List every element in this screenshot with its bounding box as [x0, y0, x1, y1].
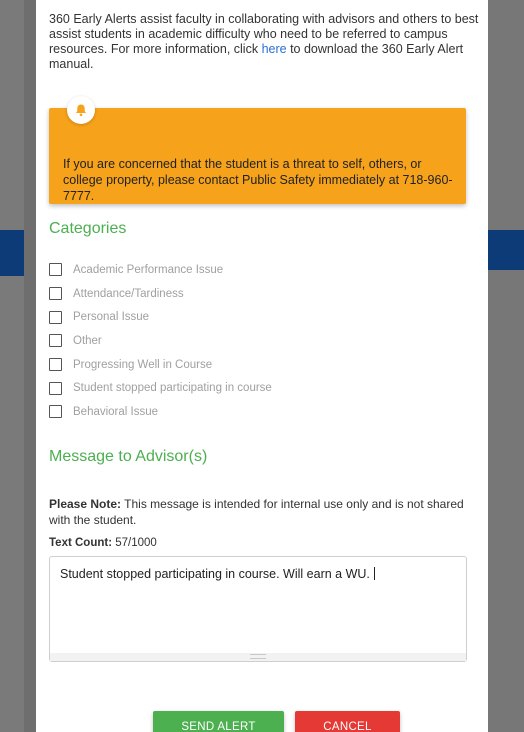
category-item[interactable]: Personal Issue: [49, 305, 272, 329]
bell-icon: [76, 104, 86, 117]
category-item[interactable]: Attendance/Tardiness: [49, 282, 272, 306]
category-checkbox[interactable]: [49, 405, 62, 419]
category-label: Personal Issue: [73, 311, 150, 324]
send-alert-button[interactable]: Send Alert: [153, 711, 284, 732]
cancel-button[interactable]: Cancel: [295, 711, 400, 732]
internal-use-note: Please Note: This message is intended fo…: [49, 496, 469, 528]
message-textarea[interactable]: Student stopped participating in course.…: [49, 556, 467, 662]
category-checkbox[interactable]: [49, 358, 62, 372]
message-heading: Message to Advisor(s): [49, 448, 208, 465]
category-label: Attendance/Tardiness: [73, 287, 184, 300]
manual-download-link[interactable]: here: [262, 42, 287, 56]
category-checkbox[interactable]: [49, 263, 62, 277]
textarea-resize-bar: [50, 653, 466, 661]
category-checkbox[interactable]: [49, 334, 62, 348]
category-item[interactable]: Student stopped participating in course: [49, 376, 272, 400]
public-safety-warning: If you are concerned that the student is…: [49, 96, 466, 204]
category-label: Progressing Well in Course: [73, 358, 213, 371]
text-count-value: 57/1000: [112, 537, 157, 549]
category-list: Academic Performance Issue Attendance/Ta…: [49, 258, 272, 424]
category-label: Behavioral Issue: [73, 405, 159, 418]
intro-text: 360 Early Alerts assist faculty in colla…: [49, 12, 479, 72]
page-backdrop-right: [486, 0, 524, 732]
category-item[interactable]: Other: [49, 329, 272, 353]
category-checkbox[interactable]: [49, 310, 62, 324]
category-item[interactable]: Behavioral Issue: [49, 400, 272, 424]
categories-heading: Categories: [49, 220, 127, 237]
page-backdrop-left: [0, 0, 24, 732]
early-alert-modal: 360 Early Alerts assist faculty in colla…: [36, 0, 488, 732]
category-item[interactable]: Academic Performance Issue: [49, 258, 272, 282]
resize-grip-icon[interactable]: [250, 654, 266, 659]
category-label: Other: [73, 334, 102, 347]
text-count: Text Count: 57/1000: [49, 537, 157, 549]
category-checkbox[interactable]: [49, 287, 62, 301]
note-label: Please Note:: [49, 497, 122, 511]
backdrop-nav-stripe: [0, 230, 24, 276]
warning-text: If you are concerned that the student is…: [63, 157, 453, 203]
message-text: Student stopped participating in course.…: [60, 567, 370, 581]
warning-badge: [67, 96, 95, 124]
text-caret: [373, 567, 375, 580]
category-checkbox[interactable]: [49, 381, 62, 395]
category-label: Academic Performance Issue: [73, 263, 224, 276]
category-label: Student stopped participating in course: [73, 382, 272, 395]
backdrop-nav-stripe: [486, 230, 524, 270]
category-item[interactable]: Progressing Well in Course: [49, 353, 272, 377]
text-count-label: Text Count:: [49, 537, 113, 549]
